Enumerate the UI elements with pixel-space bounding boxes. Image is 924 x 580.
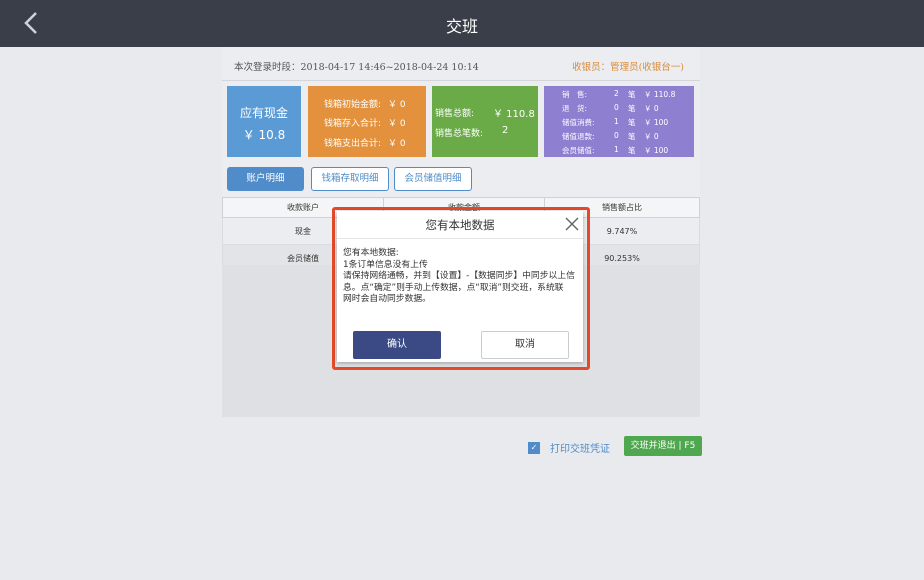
dialog-line: 您有本地数据: <box>343 248 399 258</box>
dialog-line: 网时会自动同步数据。 <box>343 294 431 304</box>
close-icon[interactable] <box>565 217 579 231</box>
dialog-line: 息。点“确定”则手动上传数据，点“取消”则交班，系统联 <box>343 282 564 293</box>
confirm-button[interactable]: 确认 <box>353 331 441 359</box>
local-data-dialog: 您有本地数据 您有本地数据: 1条订单信息没有上传 请保持网络通畅，并到【设置】… <box>337 211 583 362</box>
dialog-header: 您有本地数据 <box>337 211 583 239</box>
cancel-button[interactable]: 取消 <box>481 331 569 359</box>
dialog-title: 您有本地数据 <box>425 218 495 232</box>
dialog-message: 您有本地数据: 1条订单信息没有上传 请保持网络通畅，并到【设置】-【数据同步】… <box>343 248 579 306</box>
dialog-line: 1条订单信息没有上传 <box>343 259 428 270</box>
dialog-line: 请保持网络通畅，并到【设置】-【数据同步】中同步以上信 <box>343 271 575 281</box>
